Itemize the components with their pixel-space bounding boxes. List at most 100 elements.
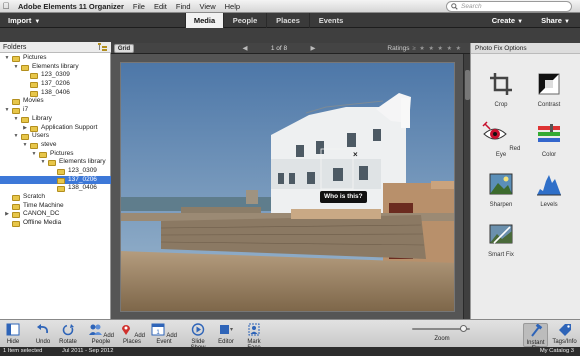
folder-label: Users xyxy=(32,132,49,140)
smart-fix-button[interactable]: Smart Fix xyxy=(481,221,521,258)
folder-item[interactable]: ▼ Pictures xyxy=(0,150,111,159)
levels-button[interactable]: Levels xyxy=(529,171,569,208)
disclosure-open-icon[interactable]: ▼ xyxy=(31,150,37,159)
folder-label: Time Machine xyxy=(23,201,64,209)
zoom-slider[interactable]: Zoom xyxy=(412,325,472,345)
disclosure-open-icon[interactable]: ▼ xyxy=(13,115,19,124)
smart-fix-label: Smart Fix xyxy=(488,252,514,258)
folder-item[interactable]: 137_0206 xyxy=(0,175,111,185)
folder-item[interactable]: ▼ Users xyxy=(0,132,111,141)
face-tag-close-icon[interactable]: × xyxy=(353,151,361,159)
disclosure-open-icon[interactable]: ▼ xyxy=(13,63,19,72)
folder-item[interactable]: ▼ Elements library xyxy=(0,63,111,72)
disclosure-open-icon[interactable]: ▼ xyxy=(4,54,10,63)
apple-menu-icon[interactable]:  xyxy=(0,1,12,11)
create-button[interactable]: Create ▼ xyxy=(492,16,523,25)
folder-item[interactable]: 123_0309 xyxy=(0,167,111,176)
share-button[interactable]: Share ▼ xyxy=(541,16,570,25)
undo-button[interactable]: Undo xyxy=(32,323,54,347)
folder-label: 137_0206 xyxy=(68,175,97,183)
folder-item[interactable]: Offline Media xyxy=(0,219,111,228)
red-eye-button[interactable]: Red Eye xyxy=(481,121,521,158)
menu-file[interactable]: File xyxy=(133,2,145,11)
catalog-name[interactable]: My Catalog 3 xyxy=(540,347,574,356)
viewer-scrollbar[interactable] xyxy=(463,54,470,319)
zoom-knob[interactable] xyxy=(460,325,467,332)
folder-label: CANON_DC xyxy=(23,210,60,218)
folders-header: Folders xyxy=(0,42,111,53)
folder-label: i7 xyxy=(23,106,29,114)
disclosure-open-icon[interactable]: ▼ xyxy=(13,132,19,141)
photo[interactable]: × Who is this? xyxy=(120,62,455,312)
zoom-label: Zoom xyxy=(434,336,450,342)
folder-item[interactable]: Time Machine xyxy=(0,202,111,211)
folder-item[interactable]: ▼ i7 xyxy=(0,106,111,115)
color-icon xyxy=(538,124,560,142)
rating-stars-icon[interactable]: ≥ ★ ★ ★ ★ ★ xyxy=(412,46,462,52)
folder-item[interactable]: 123_0309 xyxy=(0,71,111,80)
levels-icon xyxy=(537,175,561,196)
disclosure-closed-icon[interactable]: ▶ xyxy=(4,210,10,219)
contrast-button[interactable]: Contrast xyxy=(529,71,569,108)
add-event-button[interactable]: 1 Add Event xyxy=(150,323,178,347)
rotate-label: Rotate xyxy=(59,339,77,345)
folder-item[interactable]: ▼ steve xyxy=(0,141,111,150)
ratings-filter[interactable]: Ratings ≥ ★ ★ ★ ★ ★ xyxy=(387,43,462,54)
folder-item[interactable]: ▶ Application Support xyxy=(0,124,111,133)
folder-item[interactable]: Scratch xyxy=(0,193,111,202)
grid-button[interactable]: Grid xyxy=(114,44,134,53)
disclosure-open-icon[interactable]: ▼ xyxy=(22,141,28,150)
disclosure-open-icon[interactable]: ▼ xyxy=(4,106,10,115)
menu-find[interactable]: Find xyxy=(176,2,191,11)
folder-item[interactable]: ▼ Elements library xyxy=(0,158,111,167)
folder-item[interactable]: ▶ CANON_DC xyxy=(0,210,111,219)
color-button[interactable]: Color xyxy=(529,121,569,158)
menu-view[interactable]: View xyxy=(200,2,216,11)
folder-item[interactable]: 137_0206 xyxy=(0,80,111,89)
folder-label: 137_0206 xyxy=(41,80,70,88)
folder-icon xyxy=(39,151,47,158)
disclosure-closed-icon[interactable]: ▶ xyxy=(22,124,28,133)
create-label: Create xyxy=(491,16,516,25)
rotate-button[interactable]: Rotate xyxy=(57,323,79,347)
red-eye-icon xyxy=(482,121,507,140)
next-arrow-icon[interactable]: ▶ xyxy=(309,43,317,54)
add-people-button[interactable]: Add People xyxy=(87,323,115,347)
face-tag-label[interactable]: Who is this? xyxy=(320,191,367,203)
folder-item[interactable]: Movies xyxy=(0,97,111,106)
search-input[interactable]: Search xyxy=(446,1,572,12)
folder-item[interactable]: 138_0406 xyxy=(0,89,111,98)
crop-button[interactable]: Crop xyxy=(481,71,521,108)
undo-icon xyxy=(37,324,49,334)
menu-edit[interactable]: Edit xyxy=(154,2,167,11)
tab-events[interactable]: Events xyxy=(309,13,352,28)
tab-media[interactable]: Media xyxy=(185,13,223,28)
instant-fix-button[interactable]: Instant Fix xyxy=(523,323,548,352)
disclosure-open-icon[interactable]: ▼ xyxy=(40,158,46,167)
folder-label: Movies xyxy=(23,97,44,105)
sharpen-button[interactable]: Sharpen xyxy=(481,171,521,208)
hide-button[interactable]: Hide xyxy=(3,323,23,347)
app-name-menu[interactable]: Adobe Elements 11 Organizer xyxy=(18,2,124,11)
folder-item[interactable]: 138_0406 xyxy=(0,184,111,193)
status-bar: 1 Item selected Jul 2011 - Sep 2012 My C… xyxy=(0,347,580,356)
import-button[interactable]: Import ▼ xyxy=(8,16,40,25)
tab-people[interactable]: People xyxy=(223,13,266,28)
editor-button[interactable]: Editor xyxy=(215,323,237,347)
tags-info-button[interactable]: Tags/Info xyxy=(551,323,578,347)
bottom-toolbar: Hide Undo Rotate Add People Add Places 1… xyxy=(0,319,580,352)
slide-show-button[interactable]: Slide Show xyxy=(184,323,212,351)
mark-face-button[interactable]: Mark Face xyxy=(240,323,268,351)
crop-label: Crop xyxy=(494,102,508,108)
ratings-label: Ratings xyxy=(387,45,410,52)
folder-label: Application Support xyxy=(41,123,98,131)
chevron-down-icon: ▼ xyxy=(34,19,41,25)
folder-icon xyxy=(12,99,20,106)
folder-item[interactable]: ▼ Library xyxy=(0,115,111,124)
add-places-button[interactable]: Add Places xyxy=(117,323,147,347)
menu-help[interactable]: Help xyxy=(225,2,240,11)
previous-arrow-icon[interactable]: ◀ xyxy=(241,43,249,54)
folder-view-toggle-icon[interactable] xyxy=(98,43,107,51)
tab-places[interactable]: Places xyxy=(266,13,309,28)
folder-item[interactable]: ▼ Pictures xyxy=(0,54,111,63)
